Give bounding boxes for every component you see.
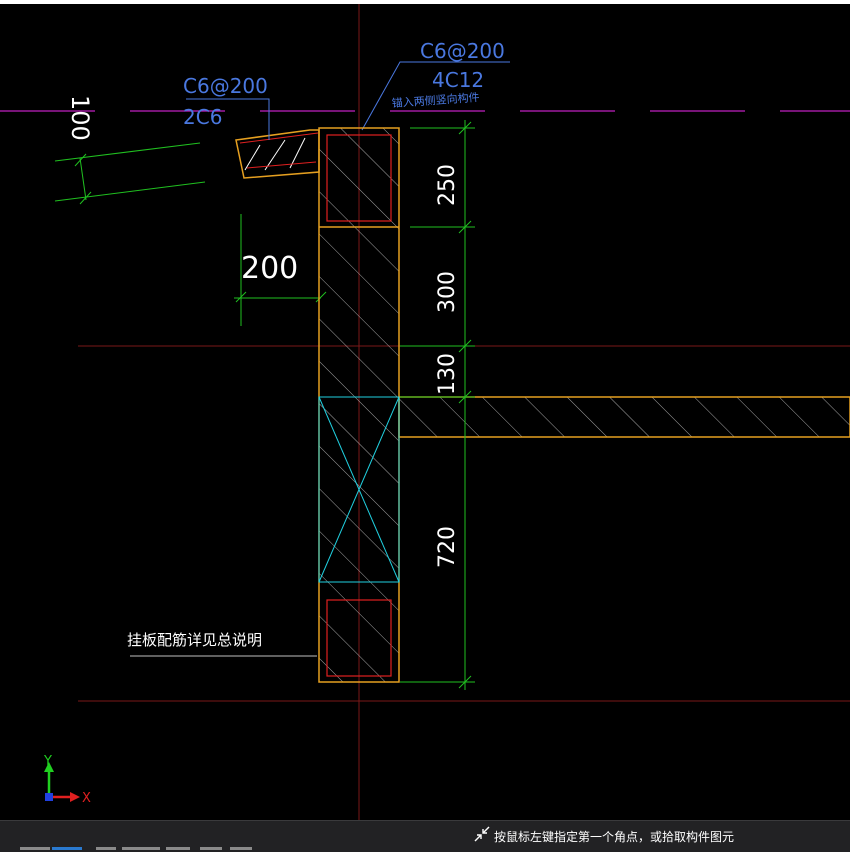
dimension-text-300: 300	[435, 271, 460, 313]
dimension-text-250: 250	[435, 164, 460, 206]
left-rebar-count-label: 2C6	[183, 105, 222, 129]
dimension-text-100: 100	[66, 95, 94, 141]
ucs-y-label: Y	[43, 754, 52, 769]
cantilever-slab	[235, 129, 320, 179]
command-prompt-text: 按鼠标左键指定第一个角点，或拾取构件图元	[494, 830, 735, 844]
ucs-x-label: X	[82, 791, 91, 806]
pick-cursor-icon	[474, 826, 490, 842]
top-rebar-spacing-label: C6@200	[420, 39, 505, 63]
drawing-canvas[interactable]: 100 200 C6@200 2C6 C6@200 4C12 锚入两侧竖向构件	[0, 0, 850, 851]
left-rebar-spacing-label: C6@200	[183, 74, 268, 98]
bottom-tab-strip	[0, 847, 260, 851]
dimension-text-130: 130	[435, 353, 460, 395]
dimension-text-200: 200	[241, 251, 298, 286]
floor-slab	[398, 396, 850, 438]
wall-section	[318, 127, 400, 683]
slope-dimension	[54, 142, 206, 205]
hang-panel-note: 挂板配筋详见总说明	[127, 631, 262, 649]
anchor-note-label: 锚入两侧竖向构件	[391, 90, 480, 110]
dimension-text-720: 720	[435, 526, 460, 568]
top-rebar-count-label: 4C12	[432, 68, 484, 92]
